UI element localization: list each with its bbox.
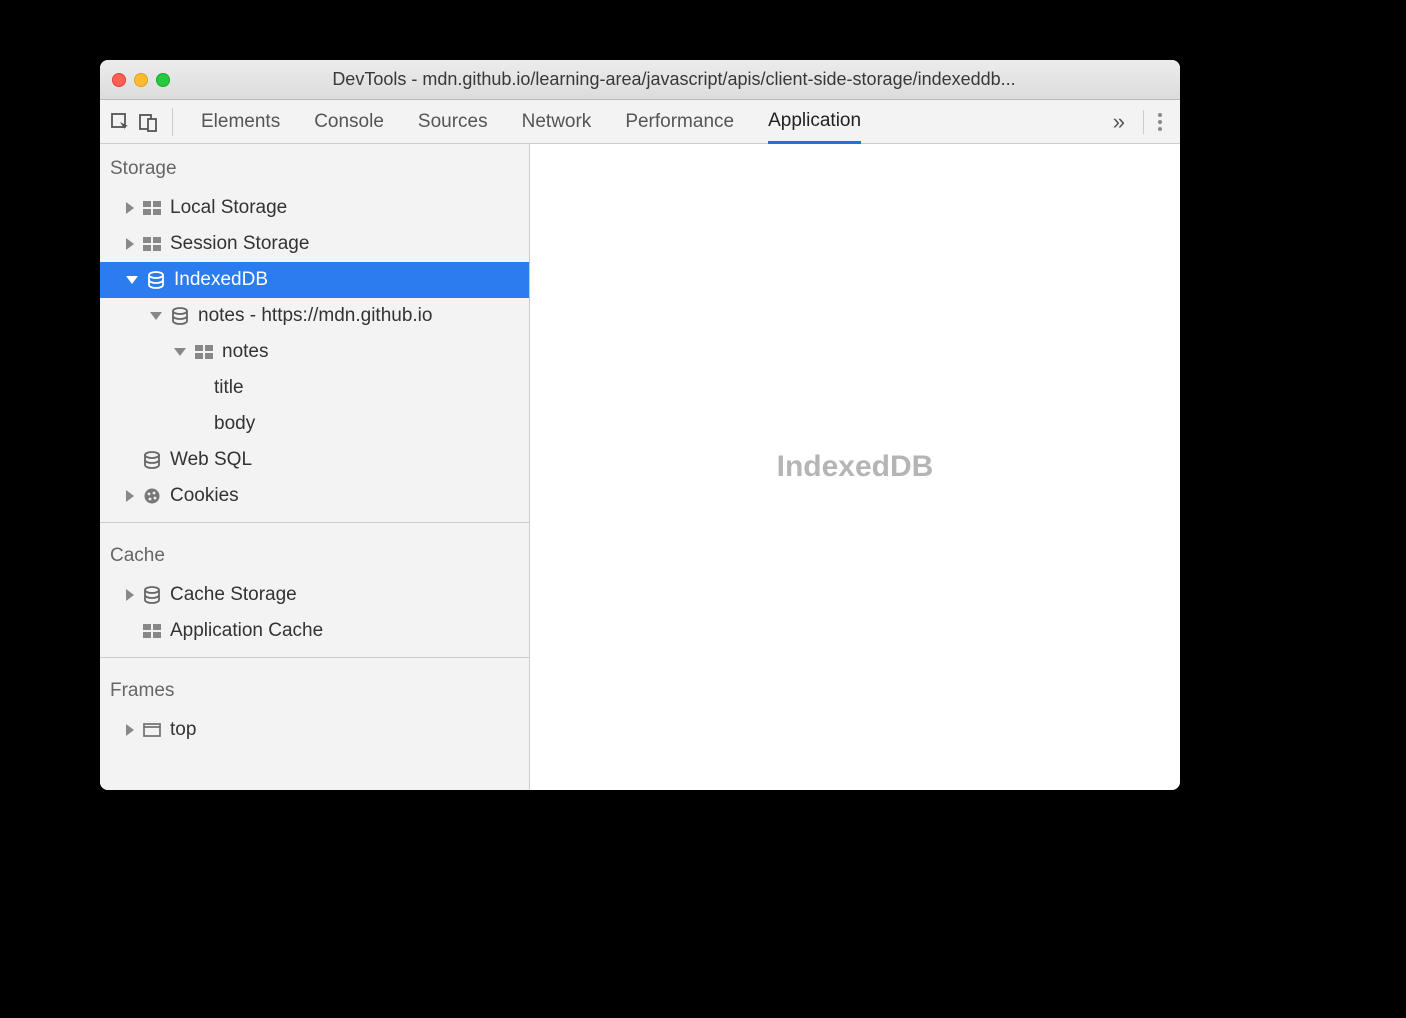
tree-item-notes-db[interactable]: notes - https://mdn.github.io <box>100 298 529 334</box>
tree-item-frames-top[interactable]: top <box>100 712 529 748</box>
tree-item-application-cache[interactable]: Application Cache <box>100 613 529 649</box>
devtools-toolbar: Elements Console Sources Network Perform… <box>100 100 1180 144</box>
table-icon <box>142 621 162 641</box>
device-toolbar-icon[interactable] <box>138 112 158 132</box>
tree-item-session-storage[interactable]: Session Storage <box>100 226 529 262</box>
collapse-icon <box>174 348 186 356</box>
panel-tabs: Elements Console Sources Network Perform… <box>173 100 1101 143</box>
tree-item-label: Session Storage <box>170 233 309 255</box>
tree-item-index-body[interactable]: body <box>100 406 529 442</box>
tab-elements[interactable]: Elements <box>201 100 280 143</box>
tree-item-cookies[interactable]: Cookies <box>100 478 529 514</box>
tree-item-label: Application Cache <box>170 620 323 642</box>
main-panel: IndexedDB <box>530 144 1180 790</box>
tree-item-local-storage[interactable]: Local Storage <box>100 190 529 226</box>
main-placeholder: IndexedDB <box>777 450 934 484</box>
tab-application[interactable]: Application <box>768 101 861 144</box>
tree-item-label: Cache Storage <box>170 584 297 606</box>
application-sidebar: Storage Local Storage Session Storage <box>100 144 530 790</box>
database-icon <box>142 585 162 605</box>
window-controls <box>112 73 170 87</box>
tree-item-label: notes <box>222 341 268 363</box>
devtools-window: DevTools - mdn.github.io/learning-area/j… <box>100 60 1180 790</box>
expand-icon <box>126 202 134 214</box>
titlebar: DevTools - mdn.github.io/learning-area/j… <box>100 60 1180 100</box>
divider <box>100 522 529 523</box>
section-header-storage: Storage <box>100 144 529 190</box>
tree-item-label: title <box>214 377 244 399</box>
tree-item-label: body <box>214 413 255 435</box>
tree-item-label: Web SQL <box>170 449 252 471</box>
zoom-window-button[interactable] <box>156 73 170 87</box>
tree-item-label: IndexedDB <box>174 269 268 291</box>
expand-icon <box>126 589 134 601</box>
cookie-icon <box>142 486 162 506</box>
table-icon <box>142 198 162 218</box>
tree-item-web-sql[interactable]: Web SQL <box>100 442 529 478</box>
tree-item-label: top <box>170 719 196 741</box>
section-header-cache: Cache <box>100 531 529 577</box>
database-icon <box>142 450 162 470</box>
close-window-button[interactable] <box>112 73 126 87</box>
table-icon <box>142 234 162 254</box>
collapse-icon <box>126 276 138 284</box>
divider <box>100 657 529 658</box>
tab-network[interactable]: Network <box>522 100 592 143</box>
tree-item-label: Local Storage <box>170 197 287 219</box>
tab-sources[interactable]: Sources <box>418 100 488 143</box>
window-title: DevTools - mdn.github.io/learning-area/j… <box>180 69 1168 90</box>
settings-menu-button[interactable] <box>1150 113 1170 131</box>
expand-icon <box>126 238 134 250</box>
more-tabs-button[interactable]: » <box>1101 109 1137 135</box>
database-icon <box>146 270 166 290</box>
tab-performance[interactable]: Performance <box>625 100 734 143</box>
database-icon <box>170 306 190 326</box>
frame-icon <box>142 720 162 740</box>
minimize-window-button[interactable] <box>134 73 148 87</box>
section-header-frames: Frames <box>100 666 529 712</box>
tree-item-index-title[interactable]: title <box>100 370 529 406</box>
expand-icon <box>126 724 134 736</box>
tree-item-notes-store[interactable]: notes <box>100 334 529 370</box>
expand-icon <box>126 490 134 502</box>
tree-item-cache-storage[interactable]: Cache Storage <box>100 577 529 613</box>
inspect-element-icon[interactable] <box>110 112 130 132</box>
tree-item-indexeddb[interactable]: IndexedDB <box>100 262 529 298</box>
table-icon <box>194 342 214 362</box>
collapse-icon <box>150 312 162 320</box>
tree-item-label: Cookies <box>170 485 239 507</box>
tab-console[interactable]: Console <box>314 100 384 143</box>
tree-item-label: notes - https://mdn.github.io <box>198 305 432 327</box>
